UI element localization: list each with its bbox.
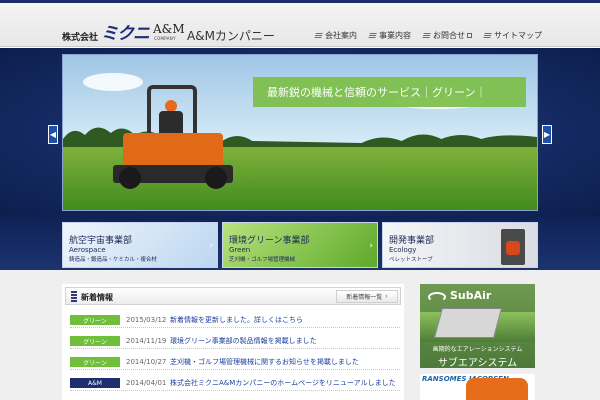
nav-business[interactable]: 事業内容: [368, 30, 411, 41]
pellet-stove-image: [501, 229, 525, 265]
news-icon: [71, 291, 77, 302]
news-title: 新着情報: [81, 293, 113, 302]
chevron-left-icon: ◀: [49, 130, 57, 139]
nav-contact[interactable]: お問合せ: [422, 30, 472, 41]
ransomes-mower-image: [466, 378, 528, 400]
hero-banner: 最新鋭の機械と信頼のサービス｜グリーン｜: [253, 77, 526, 107]
company-logo[interactable]: 株式会社 ミクニ A&M COMPANY A&Mカンパニー: [62, 23, 275, 43]
news-link[interactable]: 環境グリーン事業部の製品情報を掲載しました: [170, 336, 400, 346]
dept-english: Green: [229, 246, 251, 254]
dept-subtitle: 芝刈機・ゴルフ場管理機械: [229, 257, 296, 263]
news-link[interactable]: 新着情報を更新しました。詳しくはこちら: [170, 315, 400, 325]
list-icon: [314, 32, 323, 39]
nav-label: 会社案内: [325, 31, 357, 40]
news-date: 2014/04/01: [126, 379, 167, 387]
chevron-right-icon: ▶: [543, 130, 551, 139]
dept-green-card[interactable]: 環境グリーン事業部 Green 芝刈機・ゴルフ場管理機械 ›: [222, 222, 378, 268]
subair-name: サブエアシステム: [437, 358, 518, 368]
chevron-right-icon: ›: [369, 241, 373, 251]
subair-machine-image: [433, 308, 503, 338]
logo-company-name: A&Mカンパニー: [187, 29, 275, 43]
nav-label: サイトマップ: [494, 31, 542, 40]
dept-title: 環境グリーン事業部: [229, 236, 310, 246]
dept-title: 開発事業部: [389, 236, 435, 246]
news-row: A&M 2014/04/01 株式会社ミクニA&Mカンパニーのホームページをリニ…: [70, 376, 400, 391]
news-date: 2014/10/27: [126, 358, 167, 366]
header: 株式会社 ミクニ A&M COMPANY A&Mカンパニー 会社案内 事業内容 …: [0, 3, 600, 47]
nav-label: お問合せ: [433, 31, 465, 40]
news-list-button[interactable]: 新着情報一覧 ›: [336, 290, 398, 303]
hero-image-mower[interactable]: 最新鋭の機械と信頼のサービス｜グリーン｜: [62, 54, 538, 211]
ransomes-jacobsen-banner[interactable]: RANSOMES JACOBSEN: [420, 374, 535, 400]
news-list-label: 新着情報一覧: [346, 294, 383, 301]
dept-aerospace-card[interactable]: 航空宇宙事業部 Aerospace 鋳造品・鍛造品・ケミカル・複合材 ›: [62, 222, 218, 268]
external-window-icon: [467, 33, 472, 38]
slider-next-button[interactable]: ▶: [542, 125, 552, 144]
logo-am-company: COMPANY: [154, 36, 176, 41]
logo-am-mark: A&M COMPANY: [153, 22, 185, 43]
dept-english: Ecology: [389, 246, 417, 254]
dept-subtitle: ペレットストーブ: [389, 257, 433, 263]
list-icon: [483, 32, 492, 39]
hero-cloud: [83, 73, 143, 91]
news-tag: A&M: [70, 378, 120, 388]
list-icon: [368, 32, 377, 39]
news-panel: 新着情報 新着情報一覧 › グリーン 2015/03/12 新着情報を更新しまし…: [62, 284, 404, 400]
news-tag: グリーン: [70, 357, 120, 367]
mower-wheel: [119, 167, 141, 189]
news-link[interactable]: 株式会社ミクニA&Mカンパニーのホームページをリニューアルしました: [170, 378, 400, 388]
news-row: グリーン 2014/11/19 環境グリーン事業部の製品情報を掲載しました: [70, 334, 400, 349]
dept-english: Aerospace: [69, 246, 106, 254]
news-date: 2014/11/19: [126, 337, 167, 345]
mower-wheel: [205, 167, 227, 189]
dept-subtitle: 鋳造品・鍛造品・ケミカル・複合材: [69, 257, 157, 263]
logo-mikuni: ミクニ: [101, 24, 150, 44]
news-row: グリーン 2014/10/27 芝刈機・ゴルフ場管理機械に関するお知らせを掲載し…: [70, 355, 400, 370]
logo-kaisha: 株式会社: [62, 33, 99, 43]
global-nav: 会社案内 事業内容 お問合せ サイトマップ: [314, 30, 542, 41]
news-tag: グリーン: [70, 315, 120, 325]
news-row: グリーン 2015/03/12 新着情報を更新しました。詳しくはこちら: [70, 313, 400, 328]
hero-slider: 最新鋭の機械と信頼のサービス｜グリーン｜ ◀ ▶: [0, 48, 600, 216]
subair-banner[interactable]: SubAir 画期的なエアレーションシステム サブエアシステム: [420, 284, 535, 368]
nav-company[interactable]: 会社案内: [314, 30, 357, 41]
subair-brand: SubAir: [450, 289, 492, 302]
list-icon: [422, 32, 431, 39]
news-tag: グリーン: [70, 336, 120, 346]
news-header: 新着情報 新着情報一覧 ›: [65, 287, 401, 305]
nav-label: 事業内容: [379, 31, 411, 40]
dept-ecology-card[interactable]: 開発事業部 Ecology ペレットストーブ: [382, 222, 538, 268]
chevron-right-icon: ›: [385, 293, 388, 300]
subair-logo-icon: [428, 292, 446, 302]
slider-prev-button[interactable]: ◀: [48, 125, 58, 144]
news-link[interactable]: 芝刈機・ゴルフ場管理機械に関するお知らせを掲載しました: [170, 357, 400, 367]
stove-flame: [506, 241, 520, 255]
chevron-right-icon: ›: [209, 241, 213, 251]
news-date: 2015/03/12: [126, 316, 167, 324]
dept-title: 航空宇宙事業部: [69, 236, 133, 246]
logo-am-text: A&M: [153, 22, 185, 36]
nav-sitemap[interactable]: サイトマップ: [483, 30, 542, 41]
subair-tagline: 画期的なエアレーションシステム: [432, 346, 523, 353]
